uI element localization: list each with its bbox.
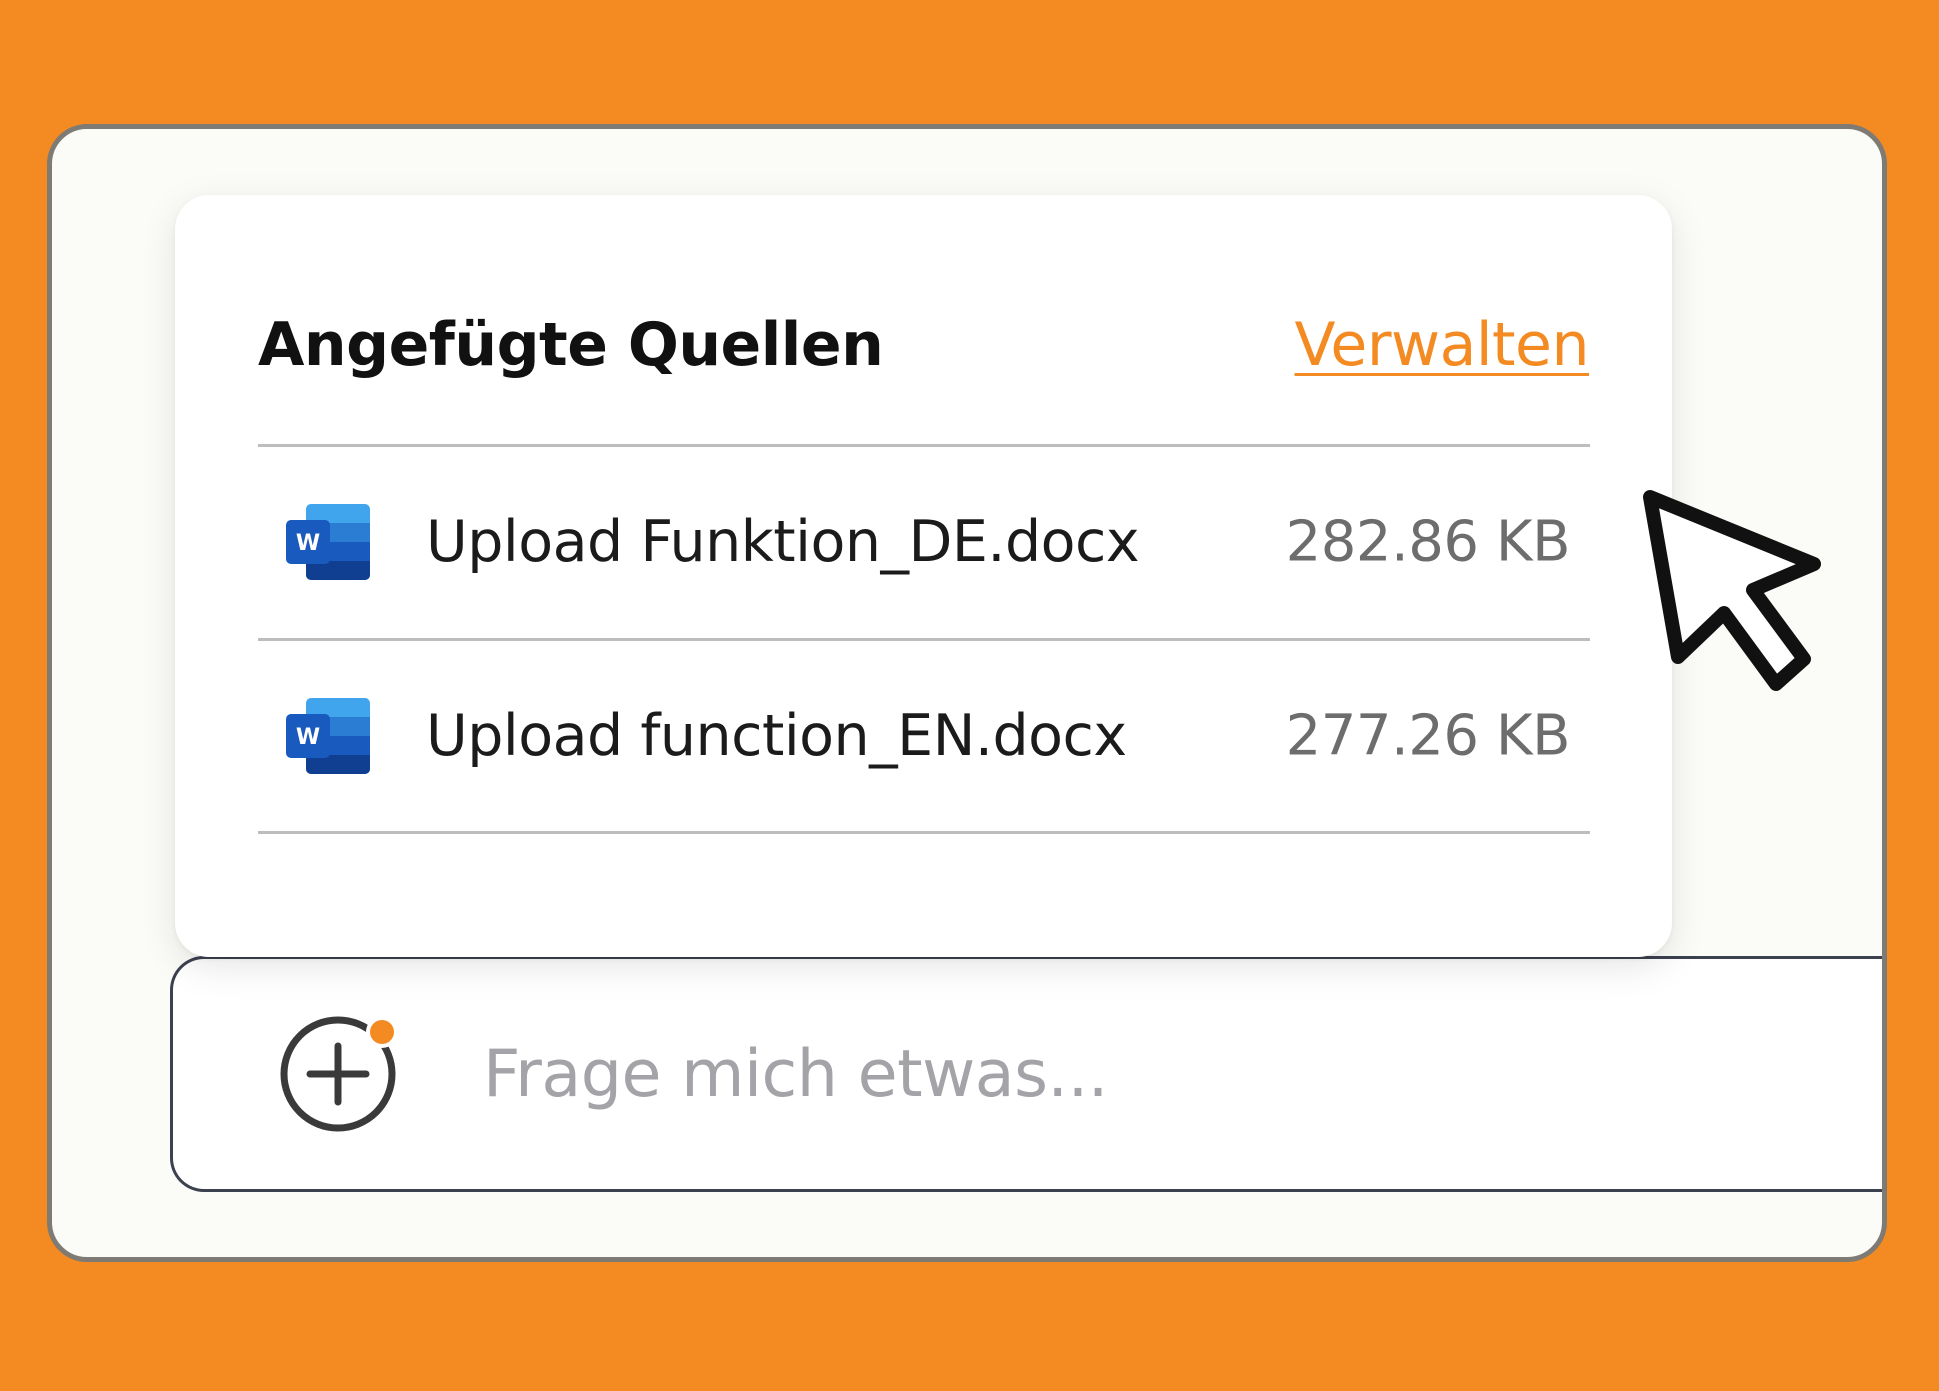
file-name: Upload Funktion_DE.docx [426, 509, 1140, 575]
file-size: 277.26 KB [1285, 703, 1571, 769]
attached-sources-popover: Angefügte Quellen Verwalten W Upload Fun… [175, 195, 1672, 957]
divider [258, 831, 1590, 834]
word-doc-icon: W [286, 698, 370, 774]
svg-text:W: W [296, 531, 320, 556]
manage-sources-link[interactable]: Verwalten [1295, 310, 1590, 380]
attached-file-row[interactable]: W Upload Funktion_DE.docx 282.86 KB [258, 447, 1590, 637]
attached-file-row[interactable]: W Upload function_EN.docx 277.26 KB [258, 641, 1590, 831]
popover-title: Angefügte Quellen [258, 310, 884, 380]
notification-dot [370, 1020, 394, 1044]
file-size: 282.86 KB [1285, 509, 1571, 575]
file-name: Upload function_EN.docx [426, 703, 1127, 769]
chat-panel: Angefügte Quellen Verwalten W Upload Fun… [47, 124, 1887, 1262]
message-input[interactable] [483, 1024, 1882, 1124]
word-doc-icon: W [286, 504, 370, 580]
svg-text:W: W [296, 725, 320, 750]
message-composer [170, 956, 1882, 1192]
add-attachment-button[interactable] [276, 1012, 400, 1136]
